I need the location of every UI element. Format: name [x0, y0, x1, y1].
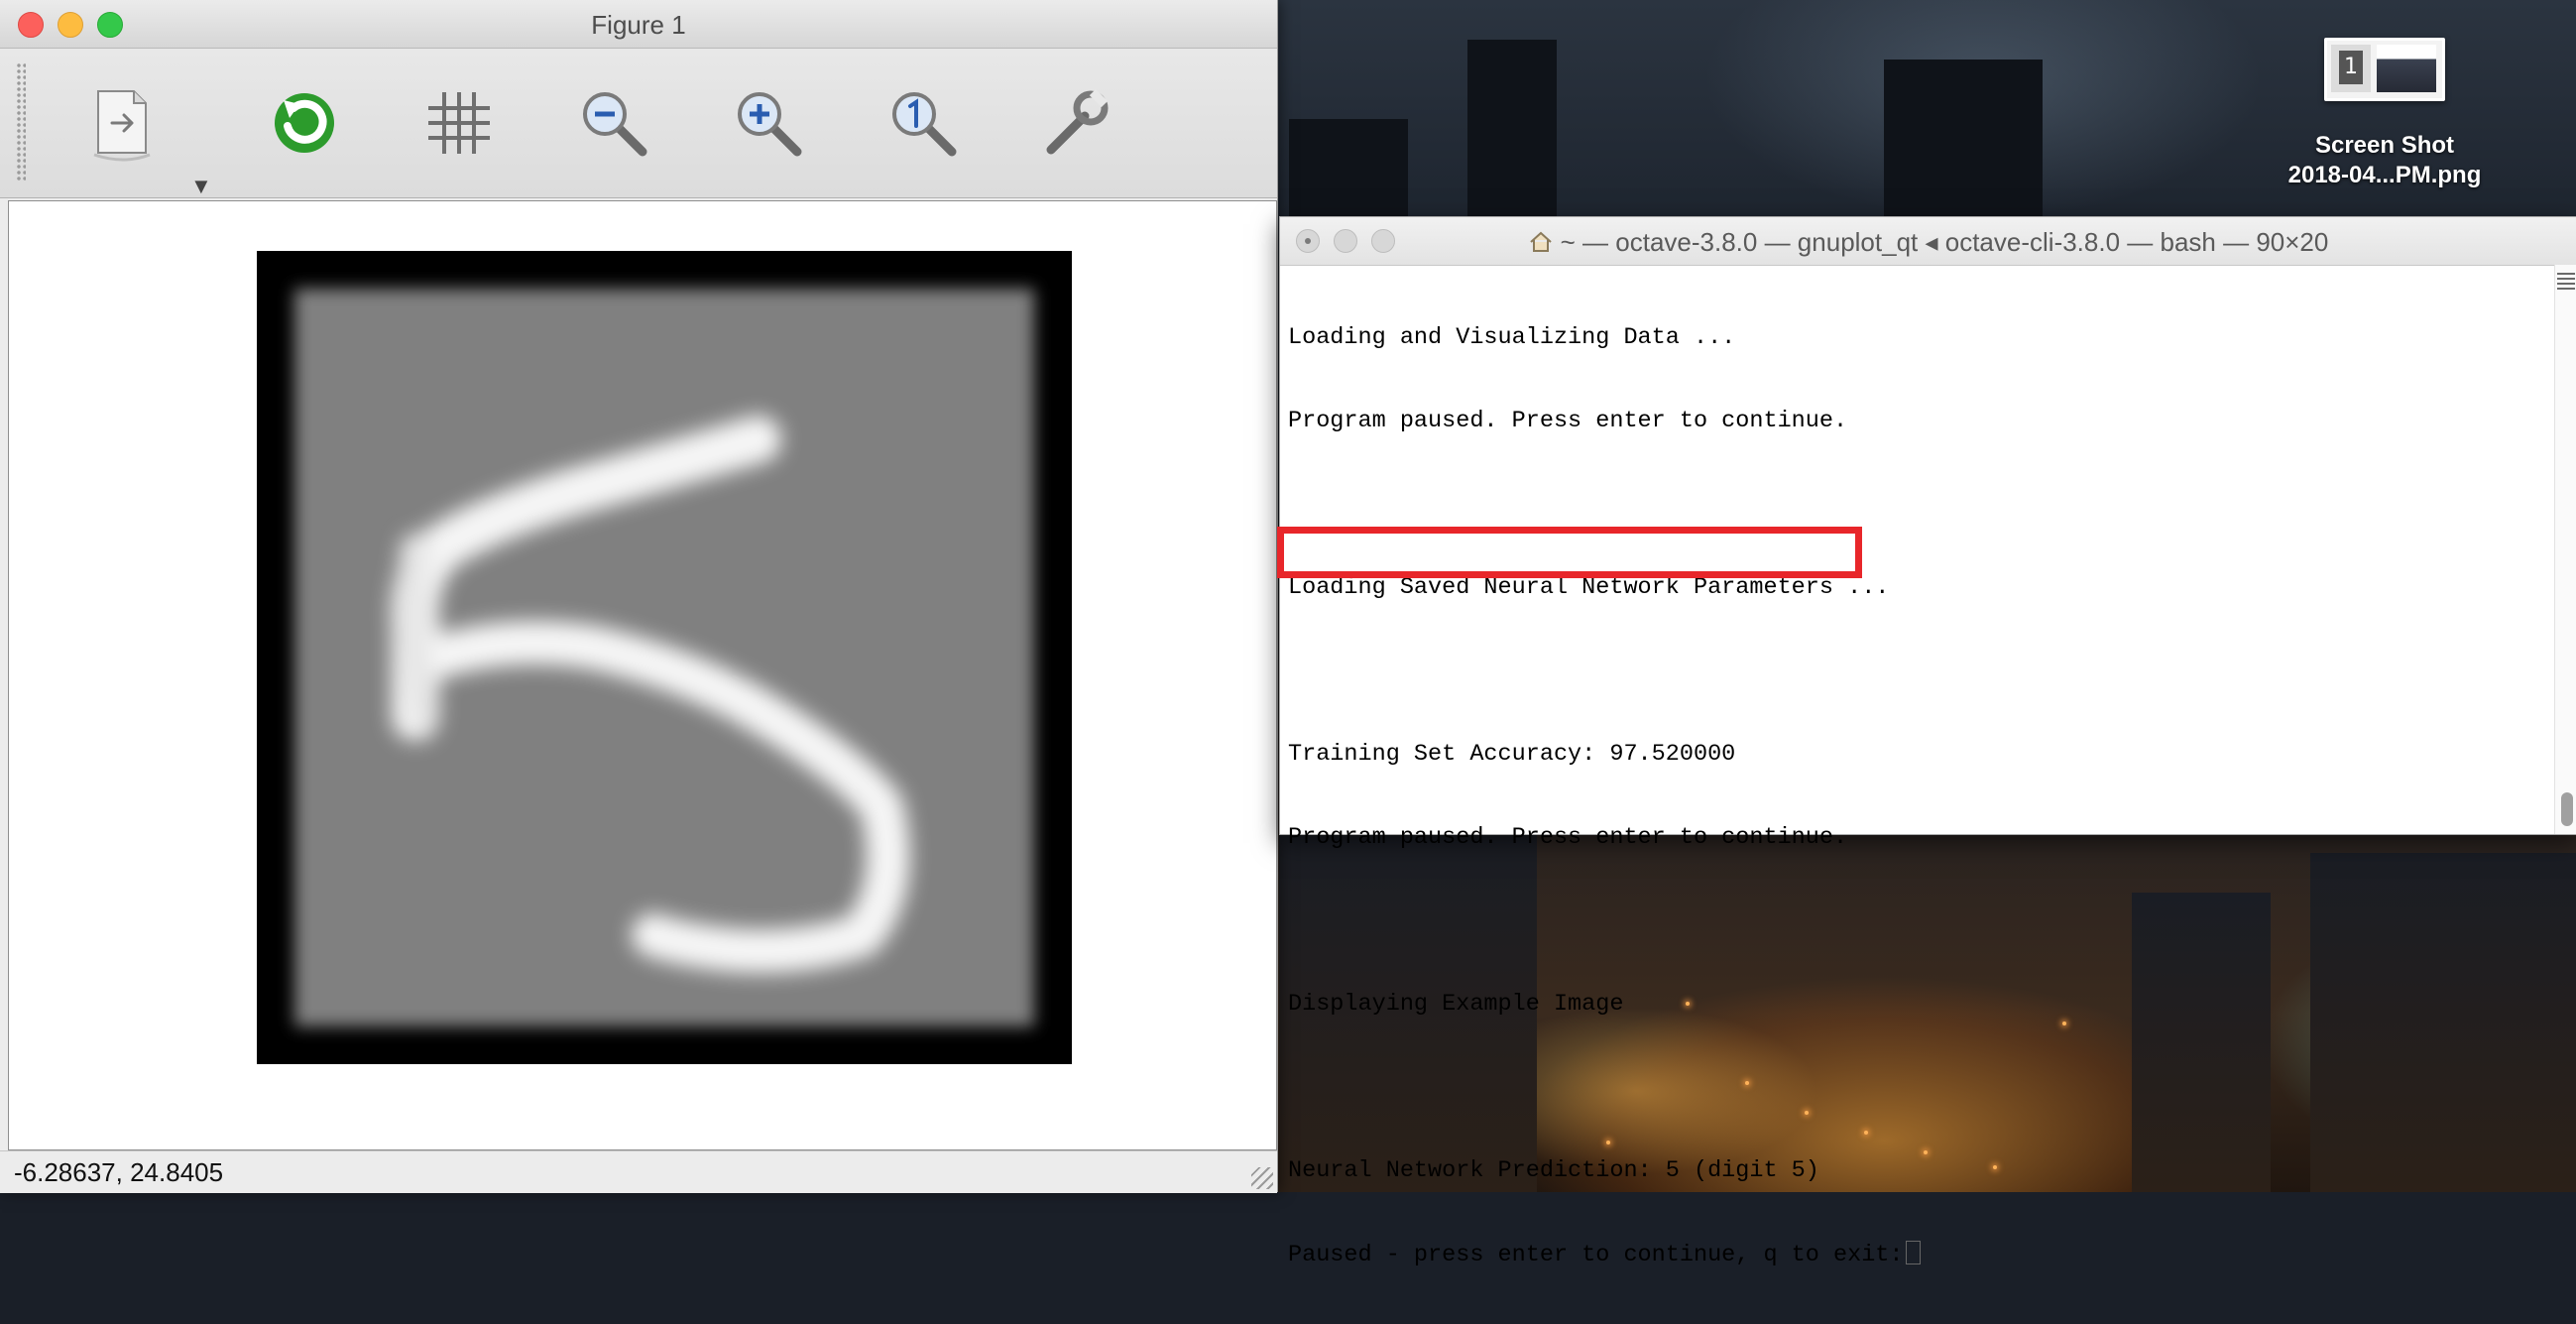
- terminal-line: Training Set Accuracy: 97.520000: [1288, 741, 1736, 768]
- coordinate-readout: -6.28637, 24.8405: [14, 1157, 224, 1187]
- file-thumbnail: 1: [2324, 38, 2445, 101]
- file-label: Screen Shot 2018-04...PM.png: [2271, 131, 2499, 190]
- zoom-in-icon: [738, 92, 802, 157]
- scrollbar-thumb[interactable]: [2561, 792, 2573, 826]
- scrollbar-menu-icon[interactable]: [2557, 273, 2575, 291]
- terminal-title-text: ~ — octave-3.8.0 — gnuplot_qt ◂ octave-c…: [1560, 227, 2329, 257]
- grid-button[interactable]: [414, 78, 504, 168]
- zoom-out-icon: [583, 92, 647, 157]
- toolbar-grip[interactable]: [16, 62, 26, 181]
- refresh-icon: [275, 93, 334, 153]
- terminal-line: Loading Saved Neural Network Parameters …: [1288, 574, 1890, 601]
- terminal-line: Loading and Visualizing Data ...: [1288, 324, 1736, 351]
- figure-titlebar[interactable]: Figure 1: [0, 0, 1277, 49]
- export-button[interactable]: [79, 78, 169, 168]
- settings-button[interactable]: [1031, 78, 1120, 168]
- home-icon: [1529, 229, 1553, 260]
- zoom-out-button[interactable]: [569, 78, 658, 168]
- status-bar: -6.28637, 24.8405: [0, 1150, 1277, 1193]
- wrench-icon: [1046, 88, 1109, 155]
- desktop-file-screenshot[interactable]: 1 Screen Shot 2018-04...PM.png: [2271, 38, 2499, 190]
- zoom-reset-button[interactable]: [878, 78, 968, 168]
- figure-window: Figure 1 ▼ -6.28637, 24.8405: [0, 0, 1278, 1193]
- grid-icon: [428, 92, 490, 154]
- refresh-button[interactable]: [260, 78, 349, 168]
- prediction-highlight-box: [1277, 527, 1862, 578]
- resize-grip[interactable]: [1251, 1167, 1273, 1189]
- wallpaper-building: [1467, 40, 1557, 218]
- export-document-icon: [93, 90, 151, 162]
- terminal-window: ~ — octave-3.8.0 — gnuplot_qt ◂ octave-c…: [1279, 216, 2576, 1268]
- thumbnail-number: 1: [2339, 51, 2363, 84]
- terminal-scrollbar[interactable]: [2554, 265, 2576, 834]
- digit-image: [257, 251, 1072, 1064]
- wallpaper-building: [1884, 60, 2043, 218]
- prompt-line: Paused - press enter to continue, q to e…: [1288, 1241, 2537, 1268]
- plot-canvas[interactable]: [8, 200, 1277, 1150]
- window-title: Figure 1: [591, 10, 686, 40]
- terminal-titlebar[interactable]: ~ — octave-3.8.0 — gnuplot_qt ◂ octave-c…: [1280, 217, 2576, 266]
- prediction-line: Neural Network Prediction: 5 (digit 5): [1288, 1157, 1819, 1184]
- zoom-reset-icon: [892, 92, 957, 157]
- file-label-line1: Screen Shot: [2314, 132, 2455, 159]
- wallpaper-building: [1289, 119, 1408, 218]
- text-cursor: [1905, 1241, 1921, 1264]
- zoom-in-button[interactable]: [724, 78, 813, 168]
- prompt-text: Paused - press enter to continue, q to e…: [1288, 1242, 1904, 1268]
- terminal-line: Program paused. Press enter to continue.: [1288, 824, 1848, 851]
- terminal-line: Program paused. Press enter to continue.: [1288, 408, 1848, 434]
- figure-toolbar: ▼: [0, 49, 1277, 198]
- file-label-line2: 2018-04...PM.png: [2287, 162, 2482, 188]
- export-dropdown-arrow[interactable]: ▼: [190, 174, 212, 199]
- terminal-line: Displaying Example Image: [1288, 991, 1624, 1018]
- terminal-title: ~ — octave-3.8.0 — gnuplot_qt ◂ octave-c…: [1280, 227, 2576, 260]
